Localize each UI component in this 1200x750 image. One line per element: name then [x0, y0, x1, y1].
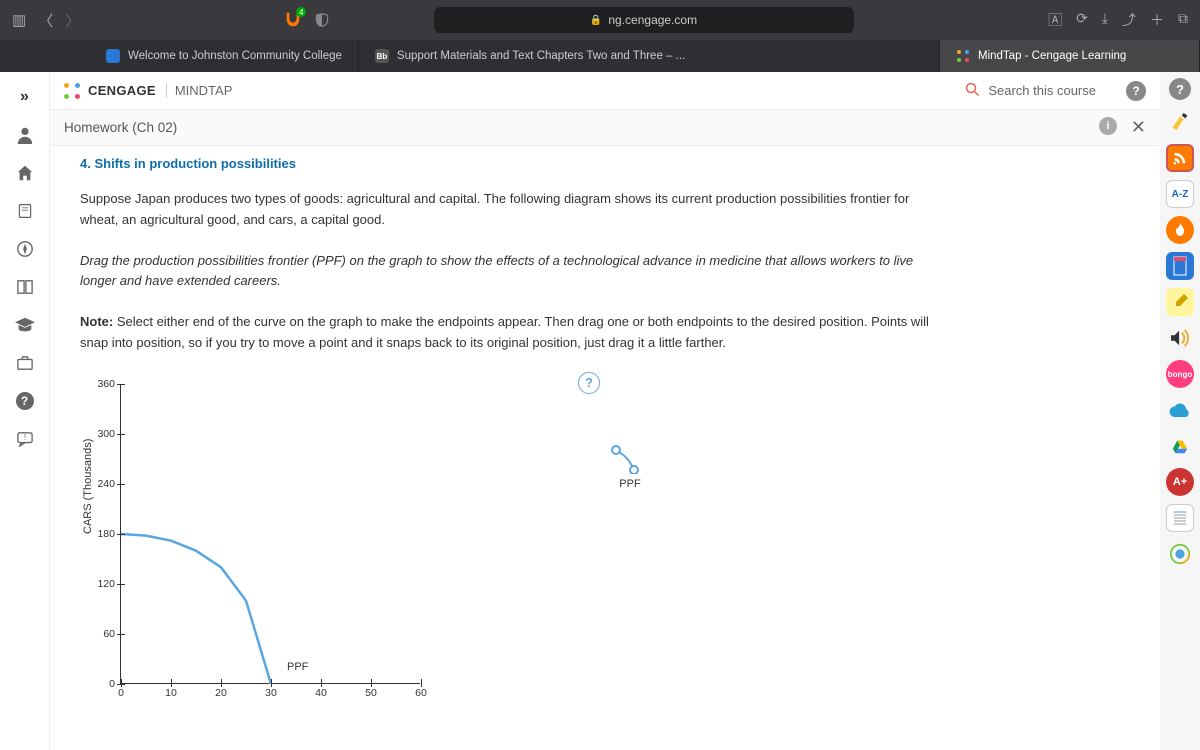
chart-axes[interactable]: PPF 0601201802403003600102030405060 [120, 384, 420, 684]
honey-extension-icon[interactable]: 4 [284, 11, 302, 29]
sidebar-toggle-icon[interactable]: ▥ [12, 11, 26, 29]
lock-icon: 🔒 [590, 15, 602, 26]
product-text: MINDTAP [166, 83, 233, 98]
nav-back-icon[interactable]: 〈 [38, 10, 53, 31]
shield-icon[interactable] [314, 12, 330, 28]
ext-az-icon[interactable]: A-Z [1166, 180, 1194, 208]
rail-book-icon[interactable] [8, 194, 42, 228]
ext-cloud-icon[interactable] [1166, 396, 1194, 424]
search-input[interactable]: Search this course [988, 83, 1096, 98]
tab-blackboard[interactable]: Bb Support Materials and Text Chapters T… [359, 40, 940, 72]
ext-notebook-icon[interactable] [1166, 252, 1194, 280]
question-note: Note: Select either end of the curve on … [80, 312, 950, 354]
tab-mindtap[interactable]: MindTap - Cengage Learning [940, 40, 1200, 72]
rail-compass-icon[interactable] [8, 232, 42, 266]
breadcrumb: Homework (Ch 02) [64, 120, 177, 135]
ext-bongo-icon[interactable]: bongo [1166, 360, 1194, 388]
tab-label: MindTap - Cengage Learning [978, 50, 1126, 62]
rail-reader-icon[interactable] [8, 270, 42, 304]
tab-favicon [956, 49, 970, 63]
tab-label: Welcome to Johnston Community College [128, 50, 342, 62]
rail-expand-icon[interactable]: » [8, 80, 42, 114]
ext-lined-icon[interactable] [1166, 504, 1194, 532]
ppf-label: PPF [287, 661, 308, 673]
question-p1: Suppose Japan produces two types of good… [80, 189, 950, 231]
ext-flame-icon[interactable] [1166, 216, 1194, 244]
logo-mark-icon [64, 83, 80, 99]
tab-label: Support Materials and Text Chapters Two … [397, 50, 685, 62]
rail-help-icon[interactable]: ? [8, 384, 42, 418]
chart-legend[interactable]: PPF [610, 444, 650, 490]
ext-circle-icon[interactable] [1166, 540, 1194, 568]
help-icon[interactable]: ? [1126, 81, 1146, 101]
tab-johnston[interactable]: Welcome to Johnston Community College [90, 40, 359, 72]
download-icon[interactable]: ⤓ [1102, 10, 1108, 30]
browser-tabs: Welcome to Johnston Community College Bb… [0, 40, 1200, 72]
rail-feedback-icon[interactable]: ! [8, 422, 42, 456]
cengage-logo[interactable]: CENGAGE MINDTAP [64, 83, 232, 99]
rail-profile-icon[interactable] [8, 118, 42, 152]
ext-note-icon[interactable] [1166, 288, 1194, 316]
question-content: 4. Shifts in production possibilities Su… [50, 146, 1160, 750]
note-label: Note: [80, 314, 113, 329]
rail-briefcase-icon[interactable] [8, 346, 42, 380]
brand-text: CENGAGE [88, 83, 156, 98]
new-tab-icon[interactable]: ＋ [1150, 10, 1164, 30]
chart-help-icon[interactable]: ? [578, 372, 600, 394]
legend-label: PPF [619, 478, 640, 490]
share-icon[interactable]: ⤴ [1122, 10, 1136, 30]
ext-aplus-icon[interactable]: A+ [1166, 468, 1194, 496]
ext-drive-icon[interactable] [1166, 432, 1194, 460]
breadcrumb-bar: Homework (Ch 02) i ✕ [50, 110, 1160, 146]
left-nav-rail: » ? ! [0, 72, 50, 750]
translate-icon[interactable]: 🄰 [1048, 10, 1062, 30]
ppf-chart[interactable]: ? PPF 0601201802403003600102030405060 CA… [80, 374, 530, 750]
ext-rss-icon[interactable] [1166, 144, 1194, 172]
nav-forward-icon[interactable]: 〉 [65, 10, 80, 31]
rail-grad-icon[interactable] [8, 308, 42, 342]
question-title: 4. Shifts in production possibilities [80, 156, 1130, 171]
search-icon[interactable] [965, 82, 980, 100]
url-text: ng.cengage.com [608, 13, 697, 27]
svg-text:!: ! [23, 433, 25, 442]
info-icon[interactable]: i [1099, 117, 1117, 135]
ext-audio-icon[interactable] [1166, 324, 1194, 352]
ext-help-icon[interactable]: ? [1169, 78, 1191, 100]
browser-toolbar: ▥ 〈 〉 4 🔒 ng.cengage.com 🄰 ⟳ ⤓ ⤴ ＋ ⧉ [0, 0, 1200, 40]
question-p2: Drag the production possibilities fronti… [80, 251, 950, 293]
tabs-icon[interactable]: ⧉ [1178, 10, 1188, 30]
close-icon[interactable]: ✕ [1131, 117, 1146, 138]
url-bar[interactable]: 🔒 ng.cengage.com [434, 7, 854, 33]
legend-curve-icon [610, 444, 650, 474]
ppf-curve[interactable] [121, 384, 421, 684]
right-tool-rail: ? A-Z bongo A+ [1160, 72, 1200, 750]
ext-highlight-icon[interactable] [1166, 108, 1194, 136]
rail-home-icon[interactable] [8, 156, 42, 190]
honey-badge: 4 [296, 7, 306, 17]
app-header: CENGAGE MINDTAP Search this course ? [50, 72, 1160, 110]
refresh-icon[interactable]: ⟳ [1076, 10, 1088, 30]
note-text: Select either end of the curve on the gr… [80, 314, 929, 350]
y-axis-label: CARS (Thousands) [82, 438, 94, 533]
tab-favicon: Bb [375, 49, 389, 63]
tab-favicon [106, 49, 120, 63]
